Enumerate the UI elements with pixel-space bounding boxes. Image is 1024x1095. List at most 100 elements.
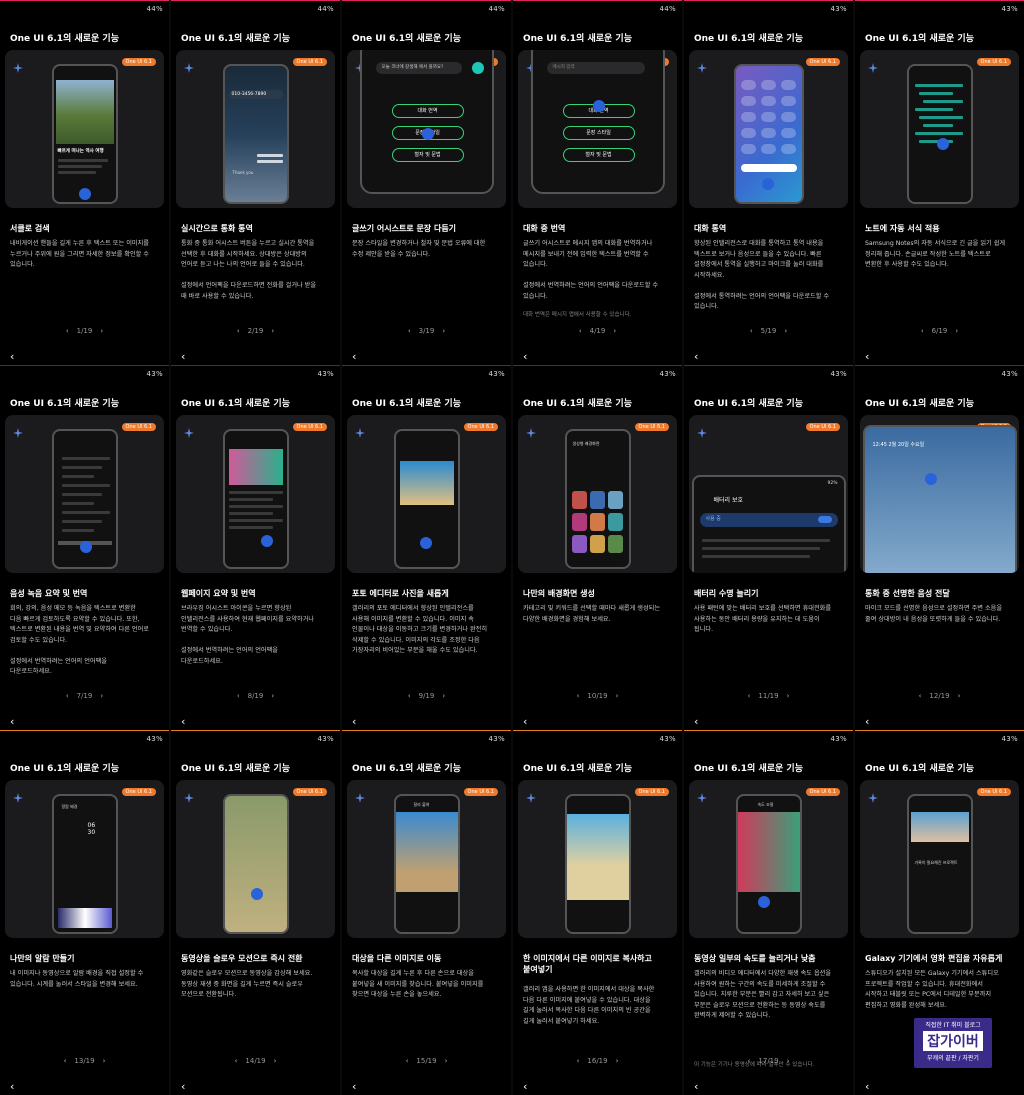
next-page-icon[interactable]: › [958,692,961,700]
status-bar-battery: 44% [146,5,163,13]
back-chevron-icon[interactable]: ‹ [523,715,527,728]
touch-indicator [250,888,263,900]
quick-tile[interactable] [780,96,796,106]
next-page-icon[interactable]: › [955,327,958,335]
toggle-switch[interactable] [817,516,832,523]
toggle-label: 사용 중 [705,516,721,522]
wallpaper-thumb[interactable] [607,513,623,531]
next-page-icon[interactable]: › [100,327,103,335]
prev-page-icon[interactable]: ‹ [408,692,411,700]
version-badge: One UI 6.1 [292,788,327,796]
quick-tile[interactable] [740,128,756,138]
back-chevron-icon[interactable]: ‹ [181,715,185,728]
feature-description: 향상된 인텔리전스로 대화를 통역하고 통역 내용을 텍스트로 보거나 음성으로… [694,240,830,310]
message-input[interactable]: 오늘 코너에 갈생해 에서 볼까요? [375,62,462,74]
quick-tile[interactable] [740,96,756,106]
prev-page-icon[interactable]: ‹ [919,692,922,700]
quick-tile[interactable] [760,144,776,154]
prev-page-icon[interactable]: ‹ [750,327,753,335]
alarm-style-bar[interactable] [57,908,112,928]
wallpaper-thumb[interactable] [589,491,605,509]
quick-tile[interactable] [740,144,756,154]
feature-description: 회의, 강의, 음성 메모 등 녹음을 텍스트로 변환한 다음 빠르게 검토하도… [10,605,150,675]
back-chevron-icon[interactable]: ‹ [865,715,869,728]
quick-tile[interactable] [780,80,796,90]
quick-tile[interactable] [760,80,776,90]
back-chevron-icon[interactable]: ‹ [352,1080,356,1093]
back-chevron-icon[interactable]: ‹ [694,350,698,363]
quick-tile[interactable] [760,96,776,106]
next-page-icon[interactable]: › [787,1057,790,1065]
assist-option-2[interactable]: 철자 및 문법 [391,148,464,162]
prev-page-icon[interactable]: ‹ [66,327,69,335]
wallpaper-thumb[interactable] [607,491,623,509]
back-chevron-icon[interactable]: ‹ [523,350,527,363]
back-chevron-icon[interactable]: ‹ [10,1080,14,1093]
back-chevron-icon[interactable]: ‹ [694,1080,698,1093]
quick-tile[interactable] [760,128,776,138]
brightness-slider[interactable] [740,164,797,172]
next-page-icon[interactable]: › [445,1057,448,1065]
prev-page-icon[interactable]: ‹ [64,1057,67,1065]
next-page-icon[interactable]: › [271,692,274,700]
back-chevron-icon[interactable]: ‹ [181,350,185,363]
assist-icon[interactable] [471,62,484,74]
quick-tile[interactable] [740,80,756,90]
assist-option-1[interactable]: 문장 스타일 [562,126,635,140]
quick-tile[interactable] [780,144,796,154]
back-chevron-icon[interactable]: ‹ [10,350,14,363]
prev-page-icon[interactable]: ‹ [748,692,751,700]
back-chevron-icon[interactable]: ‹ [352,715,356,728]
quick-tile[interactable] [740,112,756,122]
assist-option-2[interactable]: 철자 및 문법 [562,148,635,162]
back-chevron-icon[interactable]: ‹ [10,715,14,728]
prev-page-icon[interactable]: ‹ [66,692,69,700]
prev-page-icon[interactable]: ‹ [577,1057,580,1065]
wallpaper-thumb[interactable] [571,535,587,553]
wallpaper-thumb[interactable] [571,513,587,531]
wallpaper-thumb[interactable] [589,535,605,553]
back-chevron-icon[interactable]: ‹ [694,715,698,728]
wallpaper-thumb[interactable] [607,535,623,553]
next-page-icon[interactable]: › [442,692,445,700]
prev-page-icon[interactable]: ‹ [235,1057,238,1065]
assist-option-0[interactable]: 대화 번역 [391,104,464,118]
prev-page-icon[interactable]: ‹ [921,327,924,335]
status-bar-battery: 44% [488,5,505,13]
text-line [57,171,96,174]
note-line [914,132,963,135]
note-line [918,116,963,119]
next-page-icon[interactable]: › [613,327,616,335]
prev-page-icon[interactable]: ‹ [408,327,411,335]
battery-toggle-row[interactable]: 사용 중 [699,513,838,527]
next-page-icon[interactable]: › [787,692,790,700]
wallpaper-thumb[interactable] [571,491,587,509]
next-page-icon[interactable]: › [103,1057,106,1065]
next-page-icon[interactable]: › [100,692,103,700]
prev-page-icon[interactable]: ‹ [237,692,240,700]
next-page-icon[interactable]: › [616,1057,619,1065]
back-chevron-icon[interactable]: ‹ [352,350,356,363]
quick-tile[interactable] [760,112,776,122]
page-title: One UI 6.1의 새로운 기능 [523,399,632,409]
wallpaper-thumb[interactable] [589,513,605,531]
prev-page-icon[interactable]: ‹ [406,1057,409,1065]
next-page-icon[interactable]: › [442,327,445,335]
prev-page-icon[interactable]: ‹ [748,1057,751,1065]
text-line [701,555,810,558]
quick-tile[interactable] [780,128,796,138]
next-page-icon[interactable]: › [616,692,619,700]
prev-page-icon[interactable]: ‹ [237,327,240,335]
next-page-icon[interactable]: › [784,327,787,335]
message-input[interactable]: 메시지 입력 [546,62,645,74]
quick-tile[interactable] [780,112,796,122]
back-chevron-icon[interactable]: ‹ [181,1080,185,1093]
prev-page-icon[interactable]: ‹ [579,327,582,335]
back-chevron-icon[interactable]: ‹ [865,1080,869,1093]
prev-page-icon[interactable]: ‹ [577,692,580,700]
back-chevron-icon[interactable]: ‹ [523,1080,527,1093]
next-page-icon[interactable]: › [274,1057,277,1065]
next-page-icon[interactable]: › [271,327,274,335]
feature-description: Samsung Notes의 자동 서식으로 긴 글을 읽기 쉽게 정리해 줍니… [865,240,1006,268]
back-chevron-icon[interactable]: ‹ [865,350,869,363]
